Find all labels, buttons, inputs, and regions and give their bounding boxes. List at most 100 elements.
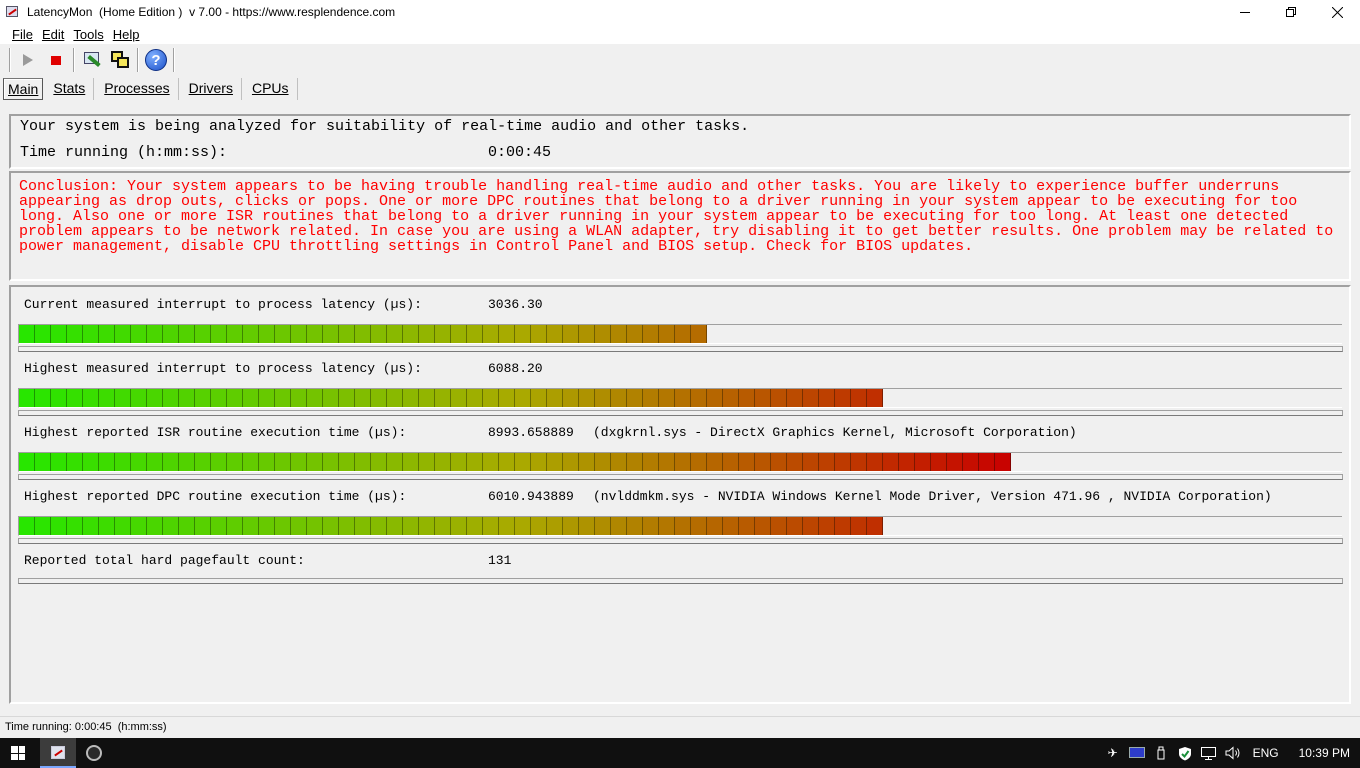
meter-segment: [51, 325, 67, 343]
tab-stats[interactable]: Stats: [45, 77, 95, 100]
window-controls: [1222, 0, 1360, 24]
windows-logo-icon: [11, 746, 25, 760]
meter-segment: [547, 325, 563, 343]
meter-segment: [147, 453, 163, 471]
window-title: LatencyMon (Home Edition ) v 7.00 - http…: [27, 5, 396, 19]
meter-segment: [627, 453, 643, 471]
meter-segment: [643, 389, 659, 407]
meter-segment: [227, 453, 243, 471]
meter-segment: [419, 517, 435, 535]
tab-processes[interactable]: Processes: [96, 77, 179, 100]
meter-segment: [867, 389, 883, 407]
start-button[interactable]: [14, 46, 42, 74]
stop-button[interactable]: [42, 46, 70, 74]
meter-segment: [323, 517, 339, 535]
meter-segment: [451, 325, 467, 343]
conclusion-panel: Conclusion: Your system appears to be ha…: [9, 171, 1351, 281]
tools-button[interactable]: [78, 46, 106, 74]
meter-segment: [707, 389, 723, 407]
metrics-panel: Current measured interrupt to process la…: [9, 285, 1351, 704]
tab-main[interactable]: Main: [3, 77, 44, 100]
meter-segment: [371, 453, 387, 471]
meter-segment: [67, 517, 83, 535]
obs-icon: [86, 745, 102, 761]
meter-segment: [483, 389, 499, 407]
meter-segment: [467, 517, 483, 535]
meter-segment: [131, 453, 147, 471]
menu-tools[interactable]: Tools: [73, 27, 103, 42]
start-button[interactable]: [0, 738, 36, 768]
menu-edit[interactable]: Edit: [42, 27, 64, 42]
meter-segment: [467, 325, 483, 343]
meter-segment: [83, 517, 99, 535]
display-icon[interactable]: [1125, 738, 1149, 768]
meter-segment: [499, 453, 515, 471]
tab-cpus[interactable]: CPUs: [244, 77, 298, 100]
volume-icon[interactable]: [1221, 738, 1245, 768]
meter-segment: [35, 325, 51, 343]
meter-segment: [531, 517, 547, 535]
meter-segment: [99, 325, 115, 343]
clock[interactable]: 10:39 PM: [1287, 746, 1360, 760]
conclusion-text: Conclusion: Your system appears to be ha…: [19, 178, 1334, 255]
meter-segment: [547, 389, 563, 407]
meter-segment: [595, 325, 611, 343]
meter-segment: [755, 453, 771, 471]
menu-help[interactable]: Help: [113, 27, 140, 42]
meter-segment: [147, 389, 163, 407]
airplane-icon[interactable]: ✈: [1101, 738, 1125, 768]
meter-segment: [419, 325, 435, 343]
system-tray: ✈ ENG 10:39 PM: [1101, 738, 1360, 768]
meter-segment: [275, 517, 291, 535]
help-button[interactable]: ?: [142, 46, 170, 74]
meter-segment: [211, 325, 227, 343]
meter-segment: [467, 453, 483, 471]
meter-segment: [67, 453, 83, 471]
meter-segment: [867, 453, 883, 471]
meter-segment: [195, 517, 211, 535]
restore-button[interactable]: [1268, 0, 1314, 24]
meter-segment: [291, 389, 307, 407]
status-text: Time running: 0:00:45 (h:mm:ss): [5, 721, 167, 733]
language-indicator[interactable]: ENG: [1245, 746, 1287, 760]
meter-segment: [803, 453, 819, 471]
network-icon[interactable]: [1197, 738, 1221, 768]
meter-segment: [371, 517, 387, 535]
usb-icon[interactable]: [1149, 738, 1173, 768]
meter-segment: [483, 453, 499, 471]
meter-segment: [691, 453, 707, 471]
windows-button[interactable]: [106, 46, 134, 74]
taskbar-latencymon[interactable]: [40, 738, 76, 768]
meter-segment: [835, 389, 851, 407]
meter-segment: [611, 453, 627, 471]
meter-segment: [211, 517, 227, 535]
meter-segment: [739, 389, 755, 407]
meter-segment: [691, 325, 707, 343]
meter-segment: [35, 453, 51, 471]
meter-segment: [707, 453, 723, 471]
meter-segment: [915, 453, 931, 471]
toolbar-separator: [173, 48, 175, 72]
meter-segment: [147, 517, 163, 535]
title-bar[interactable]: LatencyMon (Home Edition ) v 7.00 - http…: [0, 0, 1360, 24]
meter-segment: [243, 325, 259, 343]
meter-segment: [323, 389, 339, 407]
meter-segment: [595, 517, 611, 535]
shield-icon[interactable]: [1173, 738, 1197, 768]
latencymon-icon: [51, 745, 65, 759]
meter-segment: [771, 453, 787, 471]
meter-segment: [771, 389, 787, 407]
tab-drivers[interactable]: Drivers: [181, 77, 242, 100]
meter-segment: [563, 517, 579, 535]
meter-segment: [35, 517, 51, 535]
meter-segment: [739, 453, 755, 471]
taskbar-obs[interactable]: [76, 738, 112, 768]
meter-segment: [259, 517, 275, 535]
dpc-time-meter: [18, 516, 1342, 536]
meter-segment: [339, 517, 355, 535]
menu-file[interactable]: File: [12, 27, 33, 42]
minimize-button[interactable]: [1222, 0, 1268, 24]
close-button[interactable]: [1314, 0, 1360, 24]
dpc-time-value: 6010.943889: [488, 489, 574, 504]
meter-segment: [723, 389, 739, 407]
